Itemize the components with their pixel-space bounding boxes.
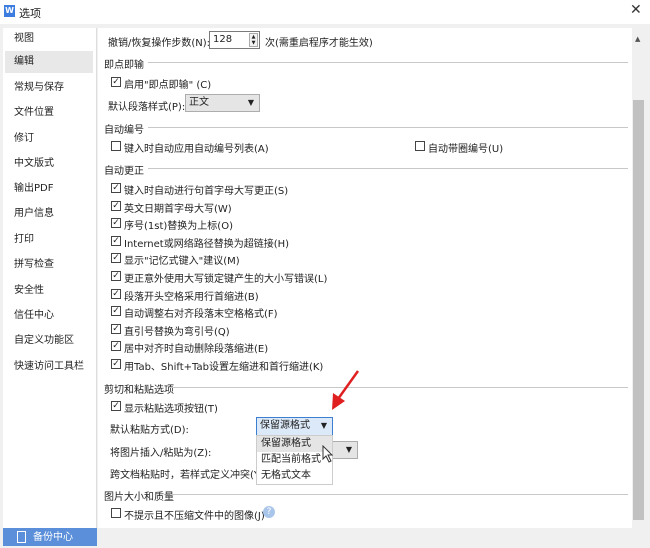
spinner-icon[interactable]: ▲ ▼ <box>249 33 258 47</box>
sidebar-item-export-pdf[interactable]: 输出PDF <box>5 178 93 200</box>
option-plain-text[interactable]: 无格式文本 <box>257 468 332 484</box>
default-style-select[interactable]: 正文 ▼ <box>185 94 260 112</box>
checkbox-circle-number[interactable] <box>415 141 425 151</box>
section-title-paste: 剪切和粘贴选项 <box>104 385 174 396</box>
section-title-image: 图片大小和质量 <box>104 492 174 503</box>
backup-icon <box>17 531 26 543</box>
scroll-up-icon[interactable]: ▲ <box>635 35 640 43</box>
sidebar-item-revision[interactable]: 修订 <box>5 128 93 150</box>
window-title: 选项 <box>19 7 41 20</box>
sidebar-item-view[interactable]: 视图 <box>5 28 93 50</box>
default-style-value: 正文 <box>189 97 209 108</box>
checkbox-autocorrect-item[interactable]: ✓ <box>111 271 121 281</box>
default-paste-value: 保留源格式 <box>260 420 310 431</box>
checkbox-no-compress[interactable] <box>111 508 121 518</box>
divider <box>170 494 628 495</box>
checkbox-autocorrect-item[interactable]: ✓ <box>111 200 121 211</box>
sidebar-item-edit[interactable]: 编辑 <box>5 51 93 73</box>
chevron-down-icon: ▼ <box>320 421 327 430</box>
sidebar-item-quick-access[interactable]: 快速访问工具栏 <box>5 356 93 378</box>
undo-steps-input[interactable]: 128 ▲ ▼ <box>209 31 260 49</box>
checkbox-autocorrect-item[interactable]: ✓ <box>111 253 121 264</box>
chevron-down-icon: ▼ <box>247 98 254 107</box>
option-match-format[interactable]: 匹配当前格式 <box>257 452 332 468</box>
chevron-down-icon: ▼ <box>345 445 352 454</box>
undo-steps-note: 次(需重启程序才能生效) <box>265 38 373 49</box>
backup-center-label: 备份中心 <box>33 532 73 543</box>
divider <box>148 127 628 128</box>
close-icon[interactable]: ✕ <box>630 2 642 18</box>
circle-number-label: 自动带圈编号(U) <box>428 144 504 155</box>
section-title-numbering: 自动编号 <box>104 125 144 136</box>
autocorrect-item-label: 英文日期首字母大写(W) <box>124 203 232 215</box>
divider <box>170 387 628 388</box>
divider <box>148 62 628 63</box>
checkbox-enable-instant[interactable]: ✓ <box>111 77 121 87</box>
sidebar-item-chinese-layout[interactable]: 中文版式 <box>5 153 93 175</box>
checkbox-autocorrect-item[interactable]: ✓ <box>111 359 121 369</box>
undo-steps-value: 128 <box>213 34 233 45</box>
sidebar-item-file-location[interactable]: 文件位置 <box>5 102 93 124</box>
red-arrow-annotation <box>332 370 360 410</box>
style-conflict-label: 跨文档粘贴时，若样式定义冲突(Y): <box>110 470 268 481</box>
autocorrect-item-label: 用Tab、Shift+Tab设置左缩进和首行缩进(K) <box>124 362 324 373</box>
title-bar <box>0 0 650 24</box>
checkbox-autocorrect-item[interactable]: ✓ <box>111 306 121 317</box>
autocorrect-item-label: 显示"记忆式键入"建议(M) <box>124 256 240 268</box>
autocorrect-item-label: 居中对齐时自动删除段落缩进(E) <box>124 344 269 356</box>
checkbox-autocorrect-item[interactable]: ✓ <box>111 323 121 334</box>
backup-center-button[interactable]: 备份中心 <box>3 528 97 546</box>
scrollbar-thumb[interactable] <box>633 100 644 520</box>
help-icon[interactable]: ? <box>263 506 275 518</box>
checkbox-autocorrect-item[interactable]: ✓ <box>111 218 121 229</box>
sidebar-item-trust-center[interactable]: 信任中心 <box>5 305 93 327</box>
show-paste-button-label: 显示粘贴选项按钮(T) <box>124 404 218 415</box>
sidebar-item-security[interactable]: 安全性 <box>5 280 93 302</box>
no-compress-label: 不提示且不压缩文件中的图像(J) <box>124 511 265 522</box>
sidebar-item-custom-ribbon[interactable]: 自定义功能区 <box>5 330 93 352</box>
checkbox-autocorrect-item[interactable]: ✓ <box>111 183 121 193</box>
default-paste-label: 默认粘贴方式(D): <box>110 425 189 436</box>
mouse-cursor-icon <box>322 445 334 463</box>
section-title-autocorrect: 自动更正 <box>104 166 144 177</box>
checkbox-auto-list[interactable] <box>111 141 121 151</box>
autocorrect-item-label: 直引号替换为弯引号(Q) <box>124 326 230 338</box>
auto-list-label: 键入时自动应用自动编号列表(A) <box>124 144 269 155</box>
divider <box>148 168 628 169</box>
option-keep-source[interactable]: 保留源格式 <box>257 436 332 452</box>
sidebar-item-user-info[interactable]: 用户信息 <box>5 203 93 225</box>
section-title-instant: 即点即输 <box>104 60 144 71</box>
sidebar-item-general-save[interactable]: 常规与保存 <box>5 77 93 99</box>
checkbox-autocorrect-item[interactable]: ✓ <box>111 288 121 299</box>
enable-instant-label: 启用"即点即输" (C) <box>124 80 212 91</box>
autocorrect-item-label: 更正意外使用大写锁定键产生的大小写错误(L) <box>124 274 328 285</box>
checkbox-show-paste-button[interactable]: ✓ <box>111 401 121 411</box>
checkbox-autocorrect-item[interactable]: ✓ <box>111 235 121 246</box>
autocorrect-item-label: 序号(1st)替换为上标(O) <box>124 221 233 233</box>
image-paste-label: 将图片插入/粘贴为(Z): <box>110 448 212 459</box>
autocorrect-item-label: Internet或网络路径替换为超链接(H) <box>124 238 290 250</box>
autocorrect-item-label: 自动调整右对齐段落末空格格式(F) <box>124 309 278 321</box>
undo-steps-label: 撤销/恢复操作步数(N): <box>108 38 211 49</box>
sidebar: 视图 编辑 常规与保存 文件位置 修订 中文版式 输出PDF 用户信息 打印 拼… <box>3 28 97 528</box>
wps-logo-icon: W <box>4 5 15 17</box>
autocorrect-item-label: 键入时自动进行句首字母大写更正(S) <box>124 186 289 197</box>
sidebar-item-spell-check[interactable]: 拼写检查 <box>5 254 93 276</box>
default-style-label: 默认段落样式(P): <box>108 102 186 113</box>
autocorrect-item-label: 段落开头空格采用行首缩进(B) <box>124 291 259 303</box>
checkbox-autocorrect-item[interactable]: ✓ <box>111 341 121 352</box>
sidebar-item-print[interactable]: 打印 <box>5 229 93 251</box>
